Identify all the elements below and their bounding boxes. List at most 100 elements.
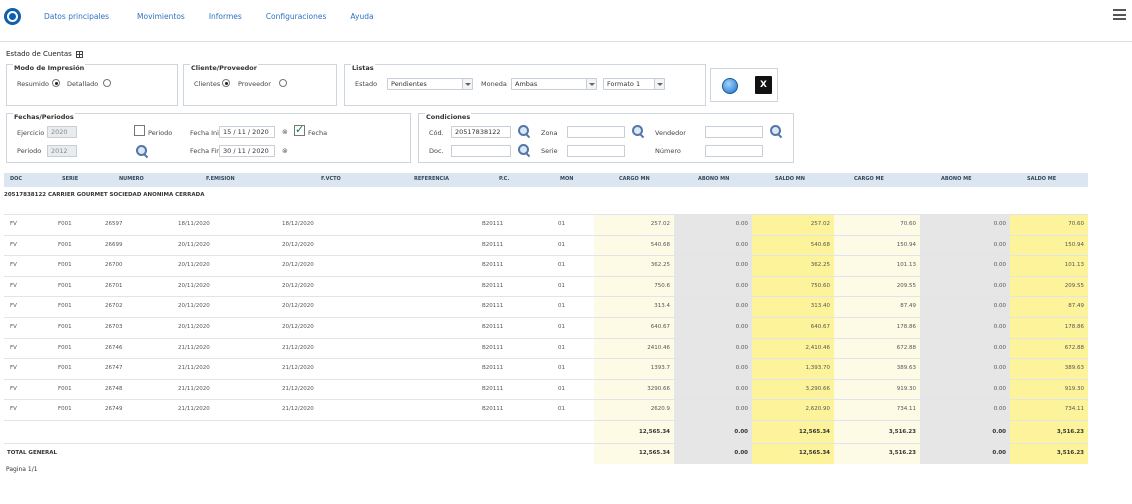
col-serie[interactable]: SERIE — [62, 176, 78, 182]
chevron-down-icon[interactable] — [462, 79, 472, 89]
serie-input[interactable] — [567, 145, 625, 157]
app-logo-icon[interactable] — [4, 8, 21, 25]
col-saldo-mn[interactable]: SALDO MN — [775, 176, 805, 182]
cell-mon: 01 — [558, 406, 565, 413]
cell-numero: 26748 — [105, 385, 123, 392]
col-cargo-mn[interactable]: CARGO MN — [619, 176, 650, 182]
clear-fecha-ini-icon[interactable]: ⊗ — [282, 128, 288, 136]
cell-cargo-mn: 2620.9 — [650, 406, 670, 413]
cell-saldo-mn: 257.02 — [810, 221, 830, 227]
col-doc[interactable]: DOC — [10, 176, 22, 182]
cell-saldo-me: 389.63 — [1064, 365, 1084, 372]
cell-cargo-me: 672.88 — [896, 344, 916, 351]
numero-input[interactable] — [705, 145, 763, 157]
cell-cargo-me: 919.30 — [896, 385, 916, 392]
col-abono-mn[interactable]: ABONO MN — [698, 176, 729, 182]
search-icon[interactable] — [517, 124, 531, 138]
cell-doc: FV — [10, 406, 17, 413]
menu-informes[interactable]: Informes — [209, 12, 242, 21]
menu-movimientos[interactable]: Movimientos — [137, 12, 185, 21]
cell-numero: 26700 — [105, 262, 123, 269]
cell-numero: 26701 — [105, 282, 123, 289]
col-referencia[interactable]: REFERENCIA — [414, 176, 449, 182]
cell-saldo-mn: 540.68 — [810, 241, 830, 248]
row-divider — [4, 358, 1088, 360]
proveedor-radio[interactable] — [279, 79, 287, 87]
cod-input[interactable]: 20517838122 — [451, 126, 511, 138]
excel-export-icon[interactable]: X — [755, 76, 772, 94]
cell-saldo-mn: 2,410.46 — [805, 344, 831, 351]
search-icon[interactable] — [135, 144, 149, 158]
saldo-mn-band — [752, 214, 834, 464]
search-icon[interactable] — [769, 124, 783, 138]
cargo-mn-band — [594, 214, 674, 464]
grid-icon[interactable] — [75, 50, 83, 58]
fecha-fin-input[interactable]: 30 / 11 / 2020 — [219, 145, 275, 157]
cell-abono-mn: 0.00 — [735, 324, 748, 330]
col-numero[interactable]: NUMERO — [119, 176, 144, 182]
cell-f-vcto: 21/12/2020 — [282, 406, 314, 413]
row-divider — [4, 255, 1088, 257]
cell-saldo-me: 209.55 — [1064, 282, 1084, 289]
col-cargo-me[interactable]: CARGO ME — [854, 176, 884, 182]
vendedor-input[interactable] — [705, 126, 763, 138]
cell-abono-mn: 0.00 — [735, 221, 748, 227]
hamburger-menu-icon[interactable] — [1113, 9, 1126, 20]
ejercicio-input[interactable]: 2020 — [47, 126, 77, 138]
subtotal-abono-mn: 0.00 — [734, 429, 748, 435]
moneda-select[interactable]: Ambas — [511, 78, 597, 90]
row-divider — [4, 214, 1088, 215]
cell-f-emision: 20/11/2020 — [178, 303, 210, 310]
globe-icon[interactable] — [722, 78, 738, 94]
cell-pc: B20111 — [482, 241, 504, 248]
cell-doc: FV — [10, 262, 17, 269]
row-divider — [4, 234, 1088, 236]
cell-cargo-mn: 540.68 — [650, 241, 670, 248]
cell-doc: FV — [10, 324, 17, 330]
menu-datos-principales[interactable]: Datos principales — [44, 12, 109, 21]
subtotal-saldo-mn: 12,565.34 — [799, 429, 830, 435]
clientes-radio[interactable] — [222, 79, 230, 87]
periodo-checkbox[interactable] — [134, 125, 145, 136]
fecha-checkbox[interactable] — [294, 123, 305, 136]
estado-select[interactable]: Pendientes — [387, 78, 473, 90]
detallado-radio[interactable] — [103, 79, 111, 87]
fecha-check-label: Fecha — [308, 129, 328, 137]
periodo-input[interactable]: 2012 — [47, 145, 77, 157]
menu-ayuda[interactable]: Ayuda — [350, 12, 373, 21]
clientes-label: Clientes — [194, 80, 221, 88]
col-f-vcto[interactable]: F.VCTO — [321, 176, 341, 182]
conditions-legend: Condiciones — [425, 113, 472, 121]
menu-configuraciones[interactable]: Configuraciones — [266, 12, 327, 21]
cell-numero: 26597 — [105, 221, 123, 227]
clear-fecha-fin-icon[interactable]: ⊗ — [282, 147, 288, 155]
col-mon[interactable]: MON — [560, 176, 573, 182]
cell-f-vcto: 20/12/2020 — [282, 241, 314, 248]
doc-input[interactable] — [451, 145, 511, 157]
chevron-down-icon[interactable] — [586, 79, 596, 89]
formato-select[interactable]: Formato 1 — [603, 78, 665, 90]
search-icon[interactable] — [631, 124, 645, 138]
fecha-ini-input[interactable]: 15 / 11 / 2020 — [219, 126, 275, 138]
cell-f-vcto: 20/12/2020 — [282, 262, 314, 269]
top-nav-bar: Datos principales Movimientos Informes C… — [0, 0, 1132, 42]
total-cargo-mn: 12,565.34 — [639, 450, 670, 456]
search-icon[interactable] — [517, 143, 531, 157]
col-pc[interactable]: P.C. — [499, 176, 509, 182]
cell-mon: 01 — [558, 385, 565, 392]
row-divider — [4, 337, 1088, 339]
cell-saldo-me: 178.86 — [1064, 324, 1084, 330]
cell-pc: B20111 — [482, 406, 504, 413]
col-saldo-me[interactable]: SALDO ME — [1027, 176, 1056, 182]
total-general-label: TOTAL GENERAL — [7, 450, 58, 456]
zona-input[interactable] — [567, 126, 625, 138]
col-abono-me[interactable]: ABONO ME — [941, 176, 972, 182]
cell-serie: F001 — [58, 221, 72, 227]
chevron-down-icon[interactable] — [654, 79, 664, 89]
resumido-radio[interactable] — [52, 79, 60, 87]
table-header: DOC SERIE NUMERO F.EMISION F.VCTO REFERE… — [4, 173, 1088, 187]
cell-abono-me: 0.00 — [993, 344, 1006, 351]
col-f-emision[interactable]: F.EMISION — [206, 176, 235, 182]
total-saldo-mn: 12,565.34 — [799, 450, 830, 456]
cell-pc: B20111 — [482, 221, 504, 227]
